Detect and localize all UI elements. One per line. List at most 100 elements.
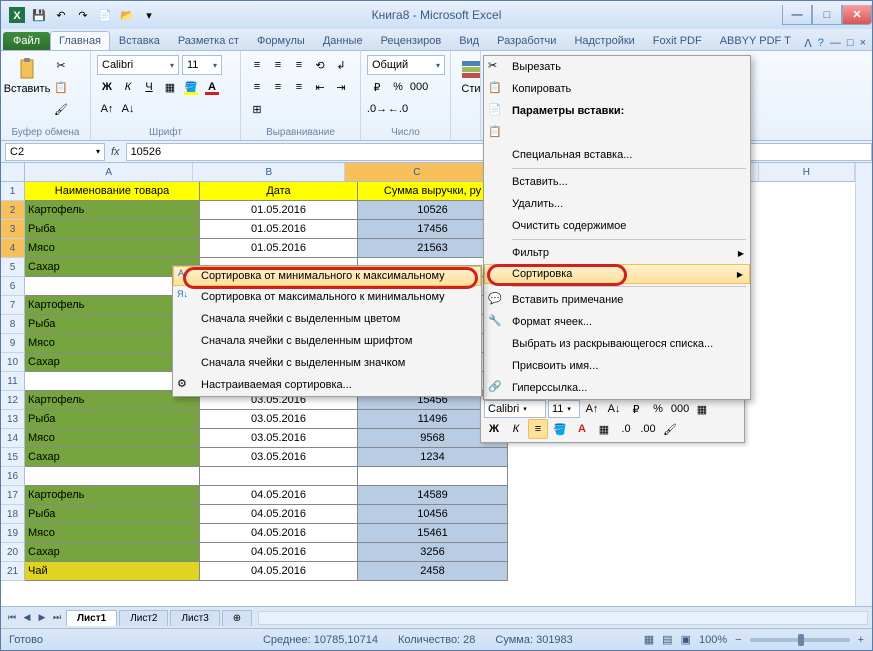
new-sheet-button[interactable]: ⊕ <box>222 610 252 626</box>
cm-copy[interactable]: 📋Копировать <box>484 78 750 100</box>
mini-fill-icon[interactable]: 🪣 <box>550 419 570 439</box>
col-header-H[interactable]: H <box>759 163 855 182</box>
close-button[interactable]: ✕ <box>842 5 872 25</box>
tab-review[interactable]: Рецензиров <box>372 31 451 50</box>
styles-button[interactable]: Сти <box>457 55 485 138</box>
cm-comment[interactable]: 💬Вставить примечание <box>484 289 750 311</box>
cm-sort-color[interactable]: Сначала ячейки с выделенным цветом <box>173 308 481 330</box>
cm-paste-options[interactable]: 📄Параметры вставки: <box>484 100 750 122</box>
cm-sort-iconsel[interactable]: Сначала ячейки с выделенным значком <box>173 352 481 374</box>
sheet-nav-first-icon[interactable]: ⏮ <box>5 611 19 625</box>
view-break-icon[interactable]: ▣ <box>681 633 691 646</box>
cell-A13[interactable]: Рыба <box>25 410 200 429</box>
cell-A15[interactable]: Сахар <box>25 448 200 467</box>
cm-format-cells[interactable]: 🔧Формат ячеек... <box>484 311 750 333</box>
tab-view[interactable]: Вид <box>450 31 488 50</box>
row-header-10[interactable]: 10 <box>1 353 25 372</box>
row-header-1[interactable]: 1 <box>1 182 25 201</box>
open-icon[interactable]: 📂 <box>117 5 137 25</box>
maximize-button[interactable]: □ <box>812 5 842 25</box>
mini-inc-dec-icon[interactable]: .0 <box>616 419 636 439</box>
minimize-button[interactable]: — <box>782 5 812 25</box>
format-painter-icon[interactable]: 🖌 <box>51 99 71 119</box>
select-all-corner[interactable] <box>1 163 25 182</box>
cm-cut[interactable]: ✂Вырезать <box>484 56 750 78</box>
view-layout-icon[interactable]: ▤ <box>662 633 672 646</box>
cm-clear[interactable]: Очистить содержимое <box>484 215 750 237</box>
cell-B21[interactable]: 04.05.2016 <box>200 562 358 581</box>
mini-font-color-icon[interactable]: A <box>572 419 592 439</box>
font-name-combo[interactable]: Calibri▾ <box>97 55 179 75</box>
cm-dropdown-list[interactable]: Выбрать из раскрывающегося списка... <box>484 333 750 355</box>
cm-sort-desc[interactable]: Я↓Сортировка от максимального к минималь… <box>173 286 481 308</box>
cell-A18[interactable]: Рыба <box>25 505 200 524</box>
sheet-tab-1[interactable]: Лист1 <box>66 610 117 626</box>
cell-A20[interactable]: Сахар <box>25 543 200 562</box>
font-color-icon[interactable]: A <box>202 77 222 97</box>
cell-B18[interactable]: 04.05.2016 <box>200 505 358 524</box>
row-header-4[interactable]: 4 <box>1 239 25 258</box>
cell-B3[interactable]: 01.05.2016 <box>200 220 358 239</box>
horizontal-scrollbar[interactable] <box>258 611 868 625</box>
copy-icon[interactable]: 📋 <box>51 77 71 97</box>
cell-C17[interactable]: 14589 <box>358 486 508 505</box>
bold-icon[interactable]: Ж <box>97 77 117 97</box>
cell-C16[interactable] <box>358 467 508 486</box>
sheet-nav-next-icon[interactable]: ▶ <box>35 611 49 625</box>
cell-A3[interactable]: Рыба <box>25 220 200 239</box>
tab-foxit[interactable]: Foxit PDF <box>644 31 711 50</box>
vertical-scrollbar[interactable] <box>855 163 872 606</box>
mini-shrink-font-icon[interactable]: A↓ <box>604 399 624 419</box>
row-header-11[interactable]: 11 <box>1 372 25 391</box>
view-normal-icon[interactable]: ▦ <box>644 633 654 646</box>
help-icon[interactable]: ? <box>818 37 824 50</box>
save-icon[interactable]: 💾 <box>29 5 49 25</box>
align-mid-icon[interactable]: ≡ <box>268 55 288 75</box>
italic-icon[interactable]: К <box>118 77 138 97</box>
cell-B16[interactable] <box>200 467 358 486</box>
mini-align-center-icon[interactable]: ≡ <box>528 419 548 439</box>
percent-icon[interactable]: % <box>388 77 408 97</box>
row-header-13[interactable]: 13 <box>1 410 25 429</box>
tab-home[interactable]: Главная <box>50 31 110 50</box>
row-header-19[interactable]: 19 <box>1 524 25 543</box>
tab-developer[interactable]: Разработчи <box>488 31 565 50</box>
cm-hyperlink[interactable]: 🔗Гиперссылка... <box>484 377 750 399</box>
row-header-12[interactable]: 12 <box>1 391 25 410</box>
row-header-5[interactable]: 5 <box>1 258 25 277</box>
cell-B19[interactable]: 04.05.2016 <box>200 524 358 543</box>
minimize-ribbon-icon[interactable]: ᐱ <box>804 37 812 50</box>
mini-italic-icon[interactable]: К <box>506 419 526 439</box>
tab-pagelayout[interactable]: Разметка ст <box>169 31 248 50</box>
dec-decimal-icon[interactable]: ←.0 <box>388 99 408 119</box>
align-center-icon[interactable]: ≡ <box>268 77 288 97</box>
cm-insert[interactable]: Вставить... <box>484 171 750 193</box>
cell-B1[interactable]: Дата <box>200 182 358 201</box>
mini-percent-icon[interactable]: % <box>648 399 668 419</box>
indent-dec-icon[interactable]: ⇤ <box>310 77 330 97</box>
mini-dec-dec-icon[interactable]: .00 <box>638 419 658 439</box>
cell-C21[interactable]: 2458 <box>358 562 508 581</box>
row-header-21[interactable]: 21 <box>1 562 25 581</box>
orientation-icon[interactable]: ⟲ <box>310 55 330 75</box>
file-tab[interactable]: Файл <box>3 32 50 50</box>
row-header-3[interactable]: 3 <box>1 220 25 239</box>
zoom-level[interactable]: 100% <box>699 634 727 646</box>
tab-formulas[interactable]: Формулы <box>248 31 314 50</box>
new-icon[interactable]: 📄 <box>95 5 115 25</box>
row-header-15[interactable]: 15 <box>1 448 25 467</box>
doc-restore-icon[interactable]: □ <box>847 37 854 50</box>
cm-filter[interactable]: Фильтр▶ <box>484 242 750 264</box>
comma-icon[interactable]: 000 <box>409 77 429 97</box>
align-left-icon[interactable]: ≡ <box>247 77 267 97</box>
sheet-nav-last-icon[interactable]: ⏭ <box>50 611 64 625</box>
number-format-combo[interactable]: Общий▾ <box>367 55 445 75</box>
sheet-tab-2[interactable]: Лист2 <box>119 610 168 626</box>
font-size-combo[interactable]: 11▾ <box>182 55 222 75</box>
fill-color-icon[interactable]: 🪣 <box>181 77 201 97</box>
cell-B4[interactable]: 01.05.2016 <box>200 239 358 258</box>
merge-icon[interactable]: ⊞ <box>247 99 267 119</box>
zoom-slider[interactable] <box>750 638 850 642</box>
cell-A16[interactable] <box>25 467 200 486</box>
inc-decimal-icon[interactable]: .0→ <box>367 99 387 119</box>
